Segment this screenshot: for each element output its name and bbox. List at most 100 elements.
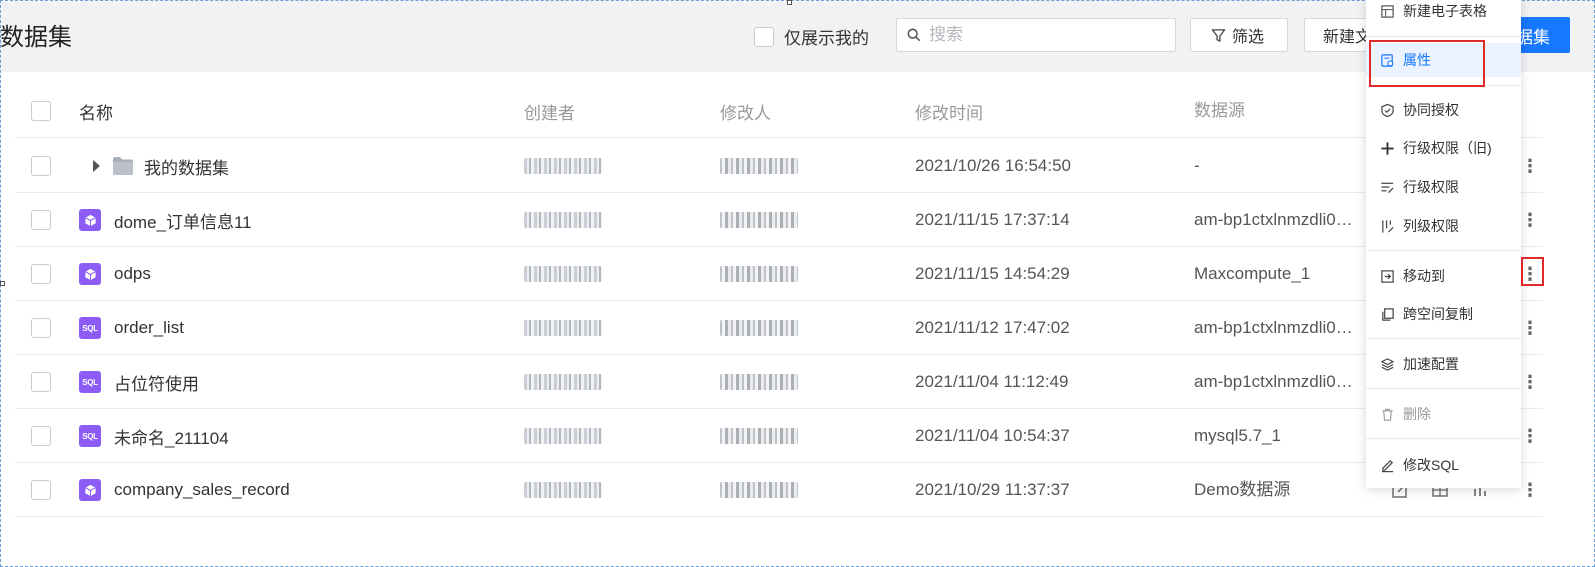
- only-mine-checkbox[interactable]: [754, 26, 774, 47]
- more-actions-button[interactable]: ⋮: [1521, 193, 1539, 247]
- trash-icon: [1382, 408, 1393, 421]
- data-source: am-bp1ctxlnmzdli0…: [1194, 318, 1353, 337]
- table-row[interactable]: company_sales_record 2021/10/29 11:37:37…: [15, 463, 1543, 517]
- menu-item-row-permission-old[interactable]: 行级权限（旧): [1366, 131, 1521, 165]
- menu-item-row-permission[interactable]: 行级权限: [1366, 170, 1521, 204]
- dataset-name[interactable]: company_sales_record: [114, 480, 290, 500]
- data-source: am-bp1ctxlnmzdli0…: [1194, 210, 1353, 229]
- menu-item-label: 属性: [1403, 52, 1431, 68]
- menu-item-properties[interactable]: 属性: [1366, 43, 1521, 77]
- creator-value: [524, 482, 602, 498]
- menu-item-column-permission[interactable]: 列级权限: [1366, 209, 1521, 243]
- column-modify-time: 修改时间: [915, 103, 983, 123]
- menu-item-new-spreadsheet[interactable]: 新建电子表格: [1366, 0, 1521, 28]
- more-actions-button[interactable]: ⋮: [1521, 409, 1539, 463]
- more-actions-button[interactable]: ⋮: [1521, 355, 1539, 409]
- more-actions-button[interactable]: ⋮: [1521, 463, 1539, 517]
- row-checkbox[interactable]: [31, 426, 51, 446]
- more-actions-button[interactable]: ⋮: [1521, 247, 1539, 301]
- frame-handle: [0, 281, 5, 286]
- creator-value: [524, 428, 602, 444]
- sql-dataset-icon: SQL: [79, 317, 101, 339]
- accelerate-icon: [1380, 357, 1395, 371]
- modify-time: 2021/11/04 10:54:37: [915, 426, 1070, 445]
- table-row[interactable]: SQL order_list 2021/11/12 17:47:02 am-bp…: [15, 301, 1543, 355]
- row-checkbox[interactable]: [31, 318, 51, 338]
- context-menu: 新建电子表格 属性 协同授权 行级权限（旧) 行级权限 列级权限 移动到 跨空间…: [1366, 0, 1521, 488]
- search-icon: [907, 28, 921, 42]
- only-mine-label: 仅展示我的: [784, 29, 869, 48]
- new-label: 新建文: [1323, 29, 1372, 46]
- dataset-name[interactable]: 占位符使用: [114, 370, 199, 395]
- row-checkbox[interactable]: [31, 372, 51, 392]
- move-icon: [1381, 269, 1394, 283]
- plus-icon: [1381, 141, 1394, 155]
- creator-value: [524, 320, 602, 336]
- menu-item-label: 移动到: [1403, 268, 1445, 284]
- menu-divider: [1366, 338, 1521, 339]
- row-checkbox[interactable]: [31, 264, 51, 284]
- modifier-value: [720, 482, 798, 498]
- more-actions-button[interactable]: ⋮: [1521, 301, 1539, 355]
- menu-item-move-to[interactable]: 移动到: [1366, 259, 1521, 293]
- page-title: 数据集: [0, 24, 72, 51]
- modifier-value: [720, 428, 798, 444]
- dataset-name[interactable]: dome_订单信息11: [114, 208, 252, 233]
- filter-button[interactable]: 筛选: [1190, 18, 1288, 52]
- table-row[interactable]: 我的数据集 2021/10/26 16:54:50 - ⋮: [15, 139, 1543, 193]
- table-row[interactable]: SQL 占位符使用 2021/11/04 11:12:49 am-bp1ctxl…: [15, 355, 1543, 409]
- dataset-name[interactable]: 我的数据集: [144, 154, 229, 179]
- menu-item-collaborative-auth[interactable]: 协同授权: [1366, 93, 1521, 127]
- data-source: mysql5.7_1: [1194, 426, 1281, 445]
- modify-time: 2021/11/04 11:12:49: [915, 372, 1069, 391]
- table-row[interactable]: odps 2021/11/15 14:54:29 Maxcompute_1 ⋮: [15, 247, 1543, 301]
- expand-caret-icon[interactable]: [93, 160, 100, 172]
- row-checkbox[interactable]: [31, 210, 51, 230]
- shield-icon: [1381, 103, 1394, 117]
- menu-item-label: 行级权限: [1403, 179, 1459, 195]
- creator-value: [524, 266, 602, 282]
- dataset-name[interactable]: order_list: [114, 318, 184, 338]
- modify-time: 2021/11/15 17:37:14: [915, 210, 1070, 229]
- column-creator: 创建者: [524, 103, 575, 123]
- cube-dataset-icon: [79, 263, 101, 285]
- row-checkbox[interactable]: [31, 480, 51, 500]
- sql-dataset-icon: SQL: [79, 371, 101, 393]
- menu-item-label: 行级权限（旧): [1403, 140, 1492, 156]
- column-permission-icon: [1382, 219, 1394, 233]
- dataset-name[interactable]: odps: [114, 264, 151, 284]
- modify-time: 2021/11/12 17:47:02: [915, 318, 1070, 337]
- menu-item-acceleration-config[interactable]: 加速配置: [1366, 347, 1521, 381]
- table-row[interactable]: dome_订单信息11 2021/11/15 17:37:14 am-bp1ct…: [15, 193, 1543, 247]
- data-source: -: [1194, 156, 1200, 175]
- dataset-name[interactable]: 未命名_211104: [114, 424, 229, 449]
- menu-divider: [1366, 438, 1521, 439]
- table-row[interactable]: SQL 未命名_211104 2021/11/04 10:54:37 mysql…: [15, 409, 1543, 463]
- creator-value: [524, 158, 602, 174]
- data-source: am-bp1ctxlnmzdli0…: [1194, 372, 1353, 391]
- row-permission-icon: [1381, 182, 1394, 193]
- menu-item-cross-space-copy[interactable]: 跨空间复制: [1366, 297, 1521, 331]
- modifier-value: [720, 266, 798, 282]
- search-input[interactable]: [929, 25, 1159, 45]
- sql-dataset-icon: SQL: [79, 425, 101, 447]
- modifier-value: [720, 320, 798, 336]
- menu-item-delete[interactable]: 删除: [1366, 397, 1521, 431]
- menu-item-edit-sql[interactable]: 修改SQL: [1366, 448, 1521, 482]
- modifier-value: [720, 158, 798, 174]
- menu-divider: [1366, 85, 1521, 86]
- more-actions-button[interactable]: ⋮: [1521, 139, 1539, 193]
- only-mine-toggle[interactable]: 仅展示我的: [754, 24, 869, 49]
- modify-time: 2021/11/15 14:54:29: [915, 264, 1070, 283]
- row-checkbox[interactable]: [31, 156, 51, 176]
- menu-divider: [1366, 388, 1521, 389]
- creator-value: [524, 212, 602, 228]
- menu-item-label: 修改SQL: [1403, 457, 1460, 473]
- cube-dataset-icon: [79, 209, 101, 231]
- new-dataset-label: 据集: [1516, 27, 1550, 47]
- menu-item-label: 删除: [1403, 406, 1431, 422]
- column-modifier: 修改人: [720, 103, 771, 123]
- select-all-checkbox[interactable]: [31, 101, 51, 121]
- column-name: 名称: [79, 103, 113, 123]
- search-box[interactable]: [896, 18, 1176, 52]
